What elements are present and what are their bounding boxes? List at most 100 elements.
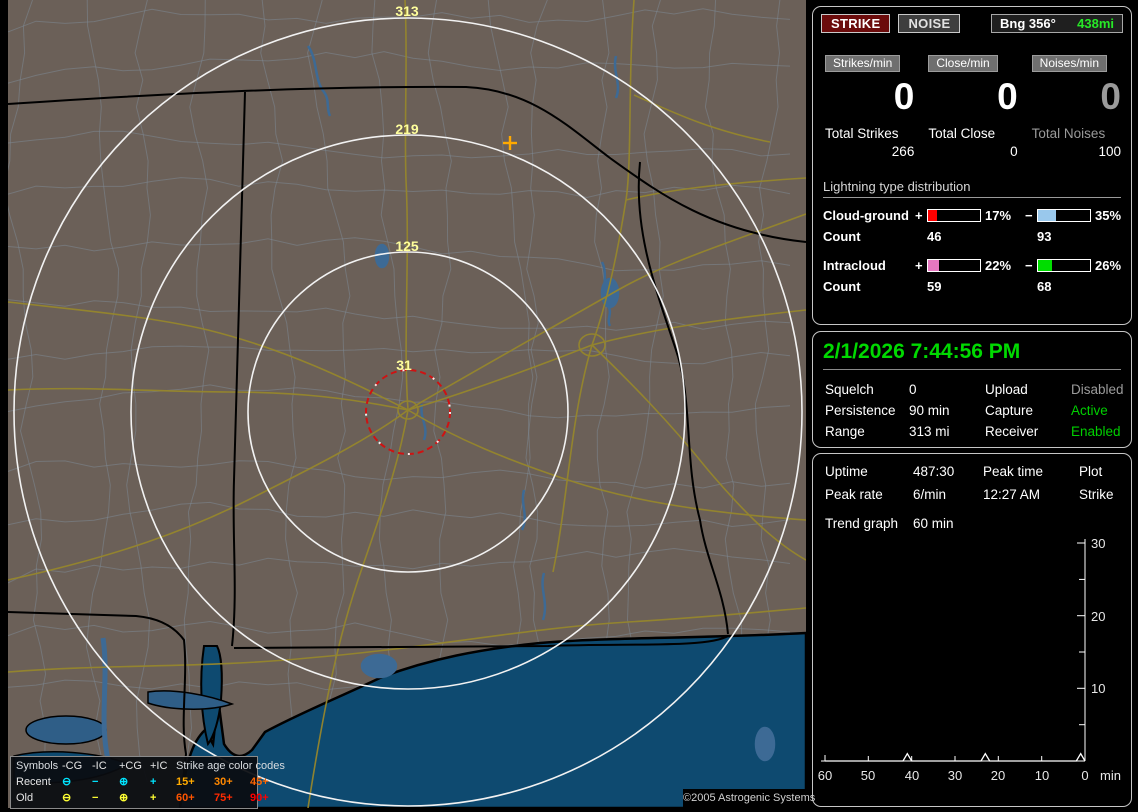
ytick-20: 20: [1091, 609, 1105, 624]
map-canvas: 313 219 125 31: [8, 0, 806, 808]
xtick-30: 30: [948, 768, 962, 783]
cg-plus-pct: 17%: [985, 208, 1012, 223]
age-90: 90+: [250, 792, 269, 804]
range-value: 313 mi: [909, 424, 950, 439]
capture-value: Active: [1071, 403, 1108, 418]
legend-col-cg-plus: +CG: [119, 760, 142, 772]
bearing-distance-box: Bng 356° 438mi: [991, 14, 1123, 33]
total-strikes-label: Total Strikes: [825, 126, 899, 141]
close-per-min-value: 0: [997, 76, 1018, 117]
x-unit-label: min: [1100, 768, 1121, 783]
cg-minus-bar: [1037, 209, 1091, 222]
ic-minus-bar: [1037, 259, 1091, 272]
old-cg-plus-icon: ⊕: [119, 792, 129, 804]
minus-sign: −: [1025, 208, 1033, 223]
cloud-ground-counts: Count 46 93: [823, 229, 1121, 244]
strike-stats-panel: STRIKE NOISE Bng 356° 438mi Strikes/min …: [812, 6, 1132, 325]
legend-col-ic-plus: +IC: [150, 760, 168, 772]
ic-minus-pct: 26%: [1095, 258, 1122, 273]
legend-old-label: Old: [16, 792, 34, 804]
ytick-30: 30: [1091, 536, 1105, 551]
old-ic-minus-icon: −: [92, 792, 99, 804]
ic-plus-count: 59: [927, 279, 942, 294]
recent-cg-plus-icon: ⊕: [119, 776, 129, 788]
ring-label-31: 31: [396, 357, 412, 373]
legend-age-header: Strike age color codes: [176, 760, 285, 772]
trend-graph: 30 20 10 60 50 40 30 20 10 0 min: [818, 536, 1121, 783]
age-75: 75+: [214, 792, 233, 804]
ic-plus-bar: [927, 259, 981, 272]
cloud-ground-row: Cloud-ground + 17% − 35%: [823, 208, 1121, 223]
uptime-label: Uptime: [825, 464, 868, 479]
age-30: 30+: [214, 776, 233, 788]
peak-time-label: Peak time: [983, 464, 1044, 479]
persistence-value: 90 min: [909, 403, 950, 418]
age-60: 60+: [176, 792, 195, 804]
receiver-value: Enabled: [1071, 424, 1121, 439]
recent-ic-minus-icon: −: [92, 776, 99, 788]
system-status-panel: 2/1/2026 7:44:56 PM Squelch 0 Upload Dis…: [812, 331, 1132, 448]
total-strikes-value: 266: [891, 144, 915, 159]
age-15: 15+: [176, 776, 195, 788]
intracloud-counts: Count 59 68: [823, 279, 1121, 294]
trend-graph-label: Trend graph: [825, 516, 899, 531]
xtick-0: 0: [1081, 768, 1088, 783]
recent-cg-minus-icon: ⊖: [62, 776, 72, 788]
distance-value: 438mi: [1077, 16, 1114, 31]
uptime-trend-panel: Uptime 487:30 Peak time Plot Peak rate 6…: [812, 453, 1132, 807]
range-label: Range: [825, 424, 865, 439]
cloud-ground-label: Cloud-ground: [823, 208, 909, 223]
xtick-10: 10: [1035, 768, 1049, 783]
intracloud-row: Intracloud + 22% − 26%: [823, 258, 1121, 273]
ring-label-219: 219: [395, 121, 419, 137]
total-noises-label: Total Noises: [1031, 126, 1106, 141]
bearing-value: Bng 356°: [1000, 16, 1056, 31]
cg-plus-bar: [927, 209, 981, 222]
plot-mode-value: Strike: [1079, 487, 1114, 502]
strikes-per-min-value: 0: [893, 76, 915, 117]
noises-per-min-header: Noises/min: [1031, 55, 1108, 72]
cg-minus-count: 93: [1037, 229, 1052, 244]
datetime-display: 2/1/2026 7:44:56 PM: [823, 340, 1121, 370]
close-per-min-column: Close/min 0 Total Close 0: [928, 55, 1018, 159]
xtick-20: 20: [991, 768, 1005, 783]
ring-label-313: 313: [395, 3, 419, 19]
legend-recent-label: Recent: [16, 776, 51, 788]
distribution-title: Lightning type distribution: [823, 179, 1121, 198]
strike-tab-button[interactable]: STRIKE: [821, 14, 891, 33]
ic-plus-pct: 22%: [985, 258, 1012, 273]
squelch-label: Squelch: [825, 382, 874, 397]
noises-per-min-column: Noises/min 0 Total Noises 100: [1031, 55, 1121, 159]
close-per-min-header: Close/min: [928, 55, 998, 72]
xtick-60: 60: [818, 768, 832, 783]
upload-label: Upload: [985, 382, 1028, 397]
total-close-value: 0: [1010, 144, 1018, 159]
ring-label-125: 125: [395, 238, 419, 254]
noise-tab-button[interactable]: NOISE: [898, 14, 961, 33]
count-label: Count: [823, 279, 861, 294]
old-ic-plus-icon: +: [150, 792, 157, 804]
strikes-per-min-column: Strikes/min 0 Total Strikes 266: [825, 55, 914, 159]
plot-label: Plot: [1079, 464, 1103, 479]
lightning-map[interactable]: 313 219 125 31: [8, 0, 806, 808]
ic-minus-count: 68: [1037, 279, 1052, 294]
legend-col-cg-minus: -CG: [62, 760, 83, 772]
intracloud-label: Intracloud: [823, 258, 886, 273]
plus-sign: +: [915, 258, 923, 273]
legend-symbols-header: Symbols: [16, 760, 59, 772]
age-45: 45+: [250, 776, 269, 788]
xtick-40: 40: [905, 768, 919, 783]
uptime-value: 487:30: [913, 464, 955, 479]
persistence-label: Persistence: [825, 403, 896, 418]
total-close-label: Total Close: [928, 126, 996, 141]
ytick-10: 10: [1091, 681, 1105, 696]
cg-minus-pct: 35%: [1095, 208, 1122, 223]
map-legend: Symbols -CG -IC +CG +IC Strike age color…: [10, 756, 285, 809]
peak-rate-value: 6/min: [913, 487, 947, 502]
strikes-per-min-header: Strikes/min: [825, 55, 901, 72]
receiver-label: Receiver: [985, 424, 1039, 439]
cg-plus-count: 46: [927, 229, 942, 244]
plus-sign: +: [915, 208, 923, 223]
noises-per-min-value: 0: [1100, 76, 1121, 117]
recent-ic-plus-icon: +: [150, 776, 157, 788]
